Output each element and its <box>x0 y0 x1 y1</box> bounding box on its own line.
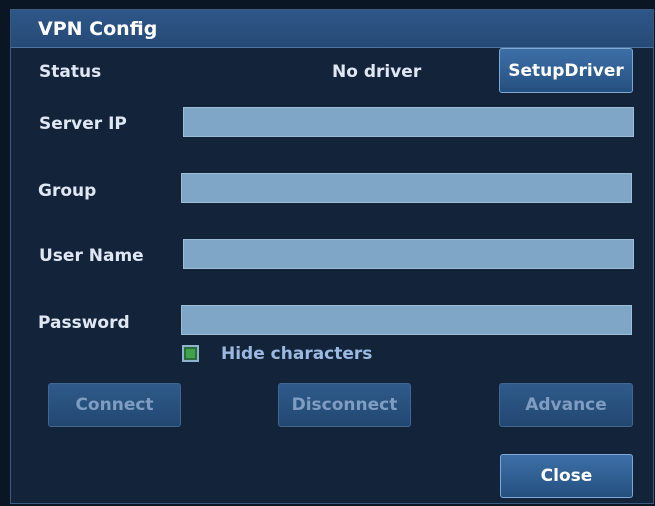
vpn-config-dialog: VPN Config Status No driver SetupDriver … <box>10 9 654 504</box>
status-label: Status <box>39 62 102 82</box>
connect-button[interactable]: Connect <box>48 383 181 427</box>
dialog-title: VPN Config <box>38 18 158 40</box>
checkbox-checked-mark <box>186 349 195 358</box>
server-ip-label: Server IP <box>39 114 127 134</box>
disconnect-button[interactable]: Disconnect <box>278 383 411 427</box>
server-ip-input[interactable] <box>183 107 634 137</box>
status-value: No driver <box>332 62 422 82</box>
user-name-input[interactable] <box>183 239 634 269</box>
dialog-title-bar: VPN Config <box>11 10 653 48</box>
hide-characters-label[interactable]: Hide characters <box>221 344 372 364</box>
advance-button[interactable]: Advance <box>499 383 633 427</box>
password-label: Password <box>38 313 130 333</box>
user-name-label: User Name <box>39 246 144 266</box>
close-button[interactable]: Close <box>500 454 633 498</box>
group-input[interactable] <box>181 173 632 203</box>
password-input[interactable] <box>181 305 632 335</box>
setup-driver-button[interactable]: SetupDriver <box>499 48 633 93</box>
group-label: Group <box>38 181 97 201</box>
hide-characters-checkbox[interactable] <box>182 345 199 362</box>
